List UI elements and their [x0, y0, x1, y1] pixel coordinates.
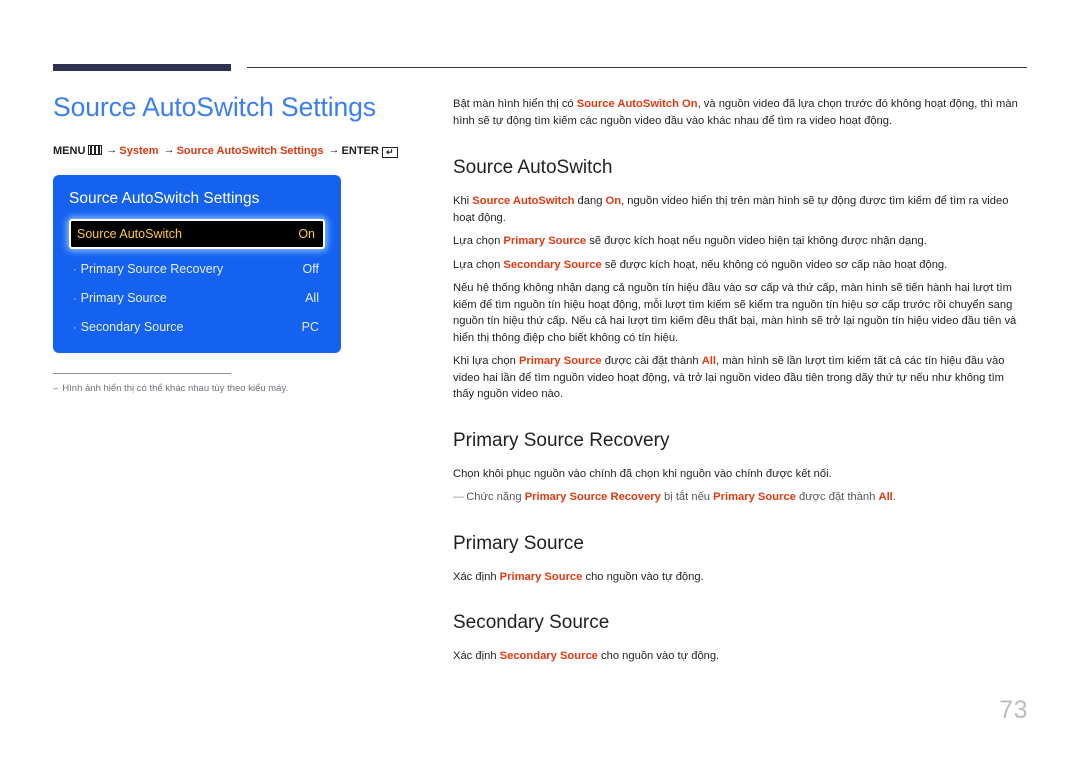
- header-rule-thick: [53, 64, 231, 71]
- osd-row-value: PC: [301, 320, 319, 335]
- left-column: Source AutoSwitch Settings MENU → System →…: [53, 92, 413, 395]
- s3-p1-b: cho nguồn vào tự động.: [582, 570, 704, 583]
- s4-p1-b: cho nguồn vào tự động.: [597, 650, 720, 662]
- s1-paragraph-3: Lựa chọn Secondary Source sẽ được kích h…: [453, 257, 1028, 274]
- s2-note-b: bị tắt nếu: [660, 491, 714, 503]
- s1-p2-b: sẽ được kích hoạt nếu nguồn video hiện t…: [586, 235, 927, 247]
- s2-note-c: được đặt thành: [795, 491, 879, 503]
- section-heading-primary-source: Primary Source: [453, 532, 584, 554]
- osd-row-label: · Primary Source Recovery: [73, 262, 223, 276]
- s1-p1-hl2: On: [605, 195, 622, 207]
- header-rule-thin: [247, 67, 1027, 68]
- s4-paragraph-1: Xác định Secondary Source cho nguồn vào …: [453, 648, 1028, 665]
- footnote-rule: [53, 373, 231, 375]
- osd-row-source-autoswitch[interactable]: Source AutoSwitch On: [69, 219, 325, 250]
- arrow-icon-3: →: [328, 144, 340, 157]
- s1-p2-a: Lựa chọn: [453, 235, 504, 247]
- menu-path-item-system[interactable]: System: [119, 145, 158, 157]
- s3-p1-hl: Primary Source: [499, 570, 583, 583]
- s1-p3-hl: Secondary Source: [503, 258, 602, 271]
- s2-note-a: Chức năng: [466, 491, 525, 503]
- menu-label: MENU: [53, 145, 86, 158]
- footnote: – Hình ảnh hiển thị có thể khác nhau tùy …: [53, 382, 413, 395]
- intro-highlight: Source AutoSwitch On: [576, 98, 698, 110]
- s3-paragraph-1: Xác định Primary Source cho nguồn vào tự…: [453, 569, 1028, 586]
- osd-row-label: · Primary Source: [73, 291, 167, 305]
- footnote-dash: –: [53, 383, 59, 395]
- menu-path-breadcrumb: MENU → System → Source AutoSwitch Settings …: [53, 144, 413, 159]
- section-heading-source-autoswitch: Source AutoSwitch: [453, 157, 613, 178]
- menu-path-item-source-autoswitch-settings[interactable]: Source AutoSwitch Settings: [177, 145, 324, 157]
- footnote-text: Hình ảnh hiển thị có thể khác nhau tùy t…: [62, 383, 289, 395]
- osd-row-value: All: [305, 291, 319, 306]
- s1-p3-b: sẽ được kích hoạt, nếu không có nguồn vi…: [601, 258, 948, 271]
- page-number: 73: [999, 696, 1028, 724]
- s2-note-hl2: Primary Source: [713, 491, 796, 503]
- s1-p2-hl: Primary Source: [503, 235, 587, 247]
- s1-p1-b: đang: [574, 195, 606, 207]
- bullet-icon: ·: [73, 293, 77, 306]
- intro-text-a: Bật màn hình hiển thị có: [453, 98, 577, 110]
- osd-menu-panel: Source AutoSwitch Settings Source AutoSw…: [53, 175, 341, 354]
- s1-paragraph-4: Nếu hệ thống không nhận dạng cả nguồn tí…: [453, 282, 1017, 344]
- s2-note-hl1: Primary Source Recovery: [524, 491, 661, 503]
- header-rules: [0, 0, 1080, 80]
- osd-panel-title: Source AutoSwitch Settings: [69, 190, 260, 208]
- note-dash-icon: —: [453, 491, 464, 503]
- osd-row-label-text: Secondary Source: [80, 320, 184, 335]
- s1-paragraph-1: Khi Source AutoSwitch đang On, nguồn vid…: [453, 193, 1028, 226]
- section-heading-primary-source-recovery: Primary Source Recovery: [453, 429, 670, 451]
- s1-paragraph-2: Lựa chọn Primary Source sẽ được kích hoạ…: [453, 233, 1028, 250]
- enter-label: ENTER: [341, 145, 379, 158]
- bullet-icon: ·: [73, 322, 77, 335]
- arrow-icon-2: →: [163, 144, 175, 157]
- osd-row-label: · Secondary Source: [73, 320, 184, 334]
- osd-row-value: Off: [302, 262, 319, 277]
- s2-note-hl3: All: [878, 491, 893, 503]
- s1-p5-hl1: Primary Source: [518, 355, 602, 367]
- s1-p3-a: Lựa chọn: [453, 258, 504, 271]
- s1-p1-a: Khi: [453, 195, 473, 207]
- s2-note: — Chức năng Primary Source Recovery bị tắ…: [453, 489, 1028, 506]
- s1-p5-b: được cài đặt thành: [601, 355, 702, 367]
- right-column: Bật màn hình hiển thị có Source AutoSwit…: [453, 96, 1028, 677]
- bullet-icon: ·: [73, 264, 77, 277]
- arrow-icon-1: →: [106, 144, 118, 157]
- s3-p1-a: Xác định: [453, 570, 500, 583]
- s4-p1-hl: Secondary Source: [499, 650, 598, 662]
- enter-key-icon: ↵: [381, 147, 398, 159]
- s2-paragraph-1: Chọn khôi phục nguồn vào chính đã chọn k…: [453, 467, 832, 480]
- intro-paragraph: Bật màn hình hiển thị có Source AutoSwit…: [453, 96, 1028, 129]
- s1-p1-hl1: Source AutoSwitch: [472, 195, 575, 207]
- osd-row-label: Source AutoSwitch: [77, 227, 182, 242]
- s2-note-d: .: [892, 491, 896, 503]
- osd-row-secondary-source[interactable]: · Secondary Source PC: [69, 316, 325, 338]
- s1-p5-a: Khi lựa chọn: [453, 355, 519, 367]
- menu-bars-icon: [88, 145, 103, 156]
- section-heading-secondary-source: Secondary Source: [453, 612, 610, 633]
- osd-row-value: On: [298, 227, 315, 242]
- s4-p1-a: Xác định: [453, 650, 500, 662]
- s1-p5-hl2: All: [701, 355, 717, 367]
- osd-row-primary-source[interactable]: · Primary Source All: [69, 287, 325, 309]
- osd-row-label-text: Primary Source Recovery: [80, 262, 224, 277]
- s1-paragraph-5: Khi lựa chọn Primary Source được cài đặt…: [453, 353, 1028, 403]
- osd-row-primary-source-recovery[interactable]: · Primary Source Recovery Off: [69, 258, 325, 280]
- page-title: Source AutoSwitch Settings: [53, 92, 376, 122]
- osd-row-label-text: Primary Source: [80, 291, 167, 306]
